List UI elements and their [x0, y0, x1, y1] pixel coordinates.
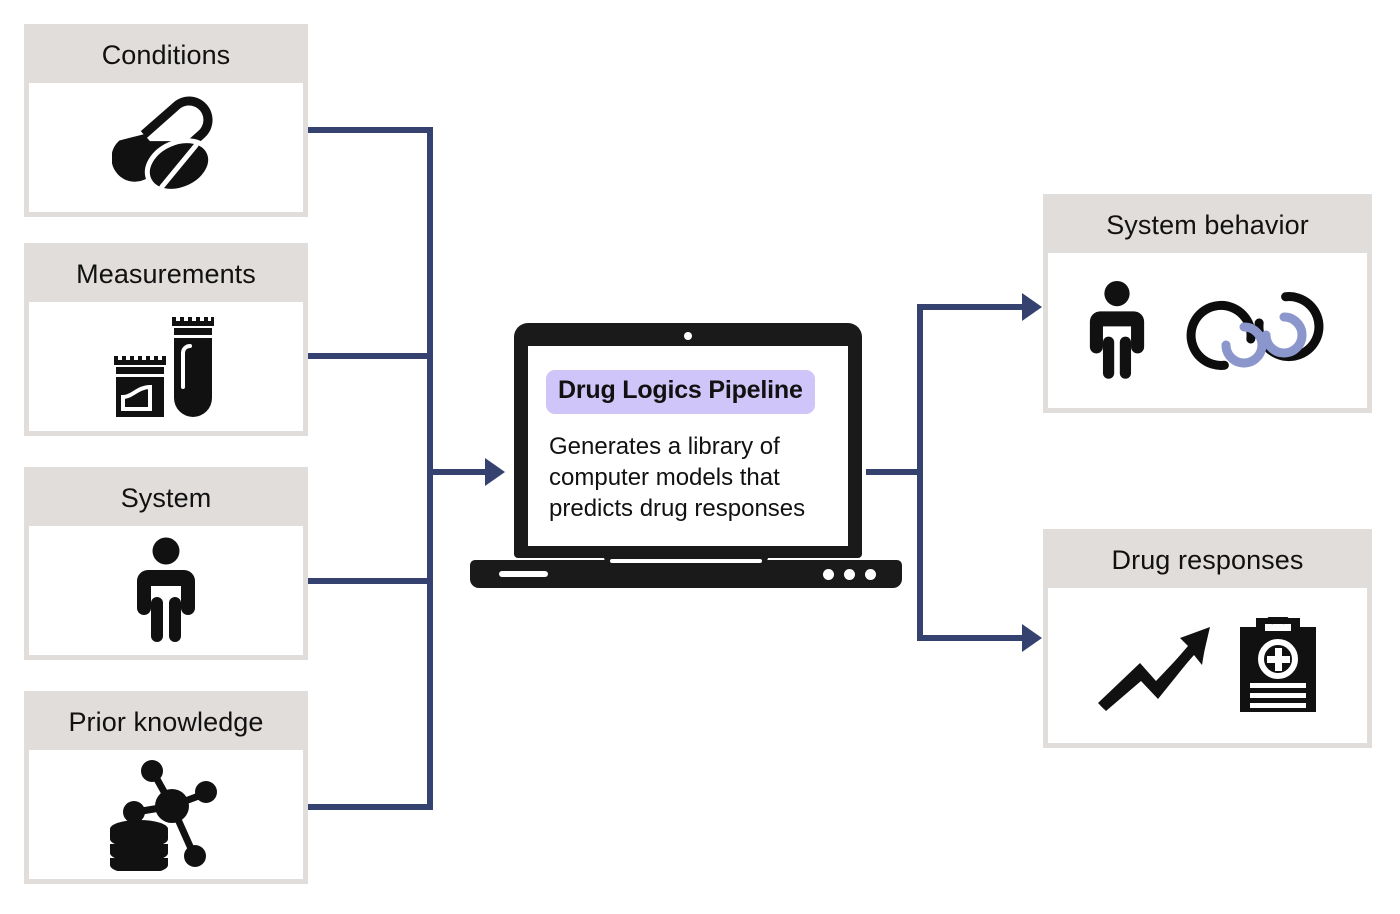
- specimen-jar-and-test-tube-icon: [110, 311, 222, 423]
- input-card-prior-knowledge[interactable]: Prior knowledge: [24, 691, 308, 884]
- person-figure-icon: [135, 537, 197, 645]
- output-card-body: [1048, 253, 1367, 408]
- arrowhead-into-drug-responses: [1022, 624, 1042, 652]
- connector-pipeline-to-bus: [866, 469, 923, 475]
- pipeline-title: Drug Logics Pipeline: [546, 370, 815, 414]
- input-card-body: [29, 83, 303, 212]
- input-card-title: Measurements: [29, 248, 303, 302]
- output-card-body: [1048, 588, 1367, 743]
- connector-to-drug-responses: [917, 635, 1024, 641]
- input-card-body: [29, 526, 303, 655]
- input-card-title: Prior knowledge: [29, 696, 303, 750]
- input-card-measurements[interactable]: Measurements: [24, 243, 308, 436]
- database-network-graph-icon: [107, 759, 225, 871]
- diagram-canvas: Conditions Measurements System Prior kno…: [0, 0, 1400, 914]
- laptop-base-dash: [499, 571, 548, 577]
- output-card-drug-responses[interactable]: Drug responses: [1043, 529, 1372, 748]
- trackpad-icon: [604, 555, 768, 564]
- laptop-base-dots: [823, 569, 876, 580]
- webcam-dot-icon: [684, 332, 692, 340]
- connector-to-system-behavior: [917, 304, 1024, 310]
- person-and-feedback-loops-icon: [1088, 280, 1328, 382]
- pipeline-laptop[interactable]: Drug Logics Pipeline Generates a library…: [470, 323, 902, 588]
- connector-conditions-stub: [308, 127, 433, 133]
- laptop-lid: Drug Logics Pipeline Generates a library…: [514, 323, 862, 558]
- input-card-body: [29, 302, 303, 431]
- pipeline-description: Generates a library of computer models t…: [549, 432, 806, 522]
- input-card-title: System: [29, 472, 303, 526]
- output-bus-vertical: [917, 304, 923, 641]
- connector-prior-knowledge-stub: [308, 804, 433, 810]
- input-card-conditions[interactable]: Conditions: [24, 24, 308, 217]
- pills-capsule-tablet-icon: [112, 96, 220, 200]
- input-card-body: [29, 750, 303, 879]
- connector-measurements-stub: [308, 353, 433, 359]
- output-card-system-behavior[interactable]: System behavior: [1043, 194, 1372, 413]
- rising-arrow-and-medical-clipboard-icon: [1096, 616, 1320, 715]
- output-card-title: Drug responses: [1048, 534, 1367, 588]
- arrowhead-into-system-behavior: [1022, 293, 1042, 321]
- input-card-system[interactable]: System: [24, 467, 308, 660]
- laptop-screen: Drug Logics Pipeline Generates a library…: [528, 346, 848, 546]
- laptop-base: [470, 555, 902, 588]
- input-card-title: Conditions: [29, 29, 303, 83]
- connector-system-stub: [308, 578, 433, 584]
- output-card-title: System behavior: [1048, 199, 1367, 253]
